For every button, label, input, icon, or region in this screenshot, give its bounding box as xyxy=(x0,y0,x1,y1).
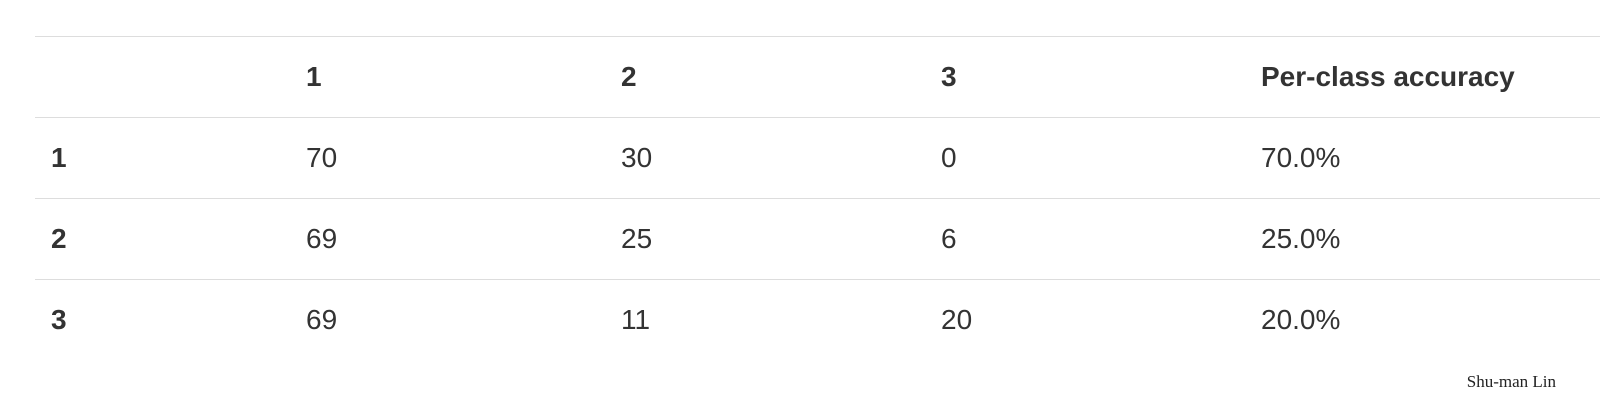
column-header-class-1: 1 xyxy=(290,36,605,118)
accuracy-cell: 70.0% xyxy=(1245,117,1600,199)
column-header-class-2: 2 xyxy=(605,36,925,118)
row-header-class-1: 1 xyxy=(35,117,290,199)
table-cell: 25 xyxy=(605,198,925,280)
table-cell: 70 xyxy=(290,117,605,199)
table-row: 1 70 30 0 70.0% xyxy=(35,117,1600,199)
header-corner-cell xyxy=(35,36,290,118)
table-cell: 69 xyxy=(290,279,605,360)
column-header-per-class-accuracy: Per-class accuracy xyxy=(1245,36,1600,118)
table-cell: 0 xyxy=(925,117,1245,199)
confusion-matrix-container: 1 2 3 Per-class accuracy 1 70 30 0 70.0%… xyxy=(35,36,1600,360)
table-row: 2 69 25 6 25.0% xyxy=(35,198,1600,280)
table-row: 3 69 11 20 20.0% xyxy=(35,279,1600,360)
table-cell: 20 xyxy=(925,279,1245,360)
table-cell: 69 xyxy=(290,198,605,280)
row-header-class-2: 2 xyxy=(35,198,290,280)
accuracy-cell: 20.0% xyxy=(1245,279,1600,360)
accuracy-cell: 25.0% xyxy=(1245,198,1600,280)
column-header-class-3: 3 xyxy=(925,36,1245,118)
table-cell: 6 xyxy=(925,198,1245,280)
confusion-matrix-table: 1 2 3 Per-class accuracy 1 70 30 0 70.0%… xyxy=(35,36,1600,360)
table-cell: 11 xyxy=(605,279,925,360)
author-credit: Shu-man Lin xyxy=(1466,372,1556,391)
row-header-class-3: 3 xyxy=(35,279,290,360)
table-cell: 30 xyxy=(605,117,925,199)
table-header-row: 1 2 3 Per-class accuracy xyxy=(35,36,1600,118)
